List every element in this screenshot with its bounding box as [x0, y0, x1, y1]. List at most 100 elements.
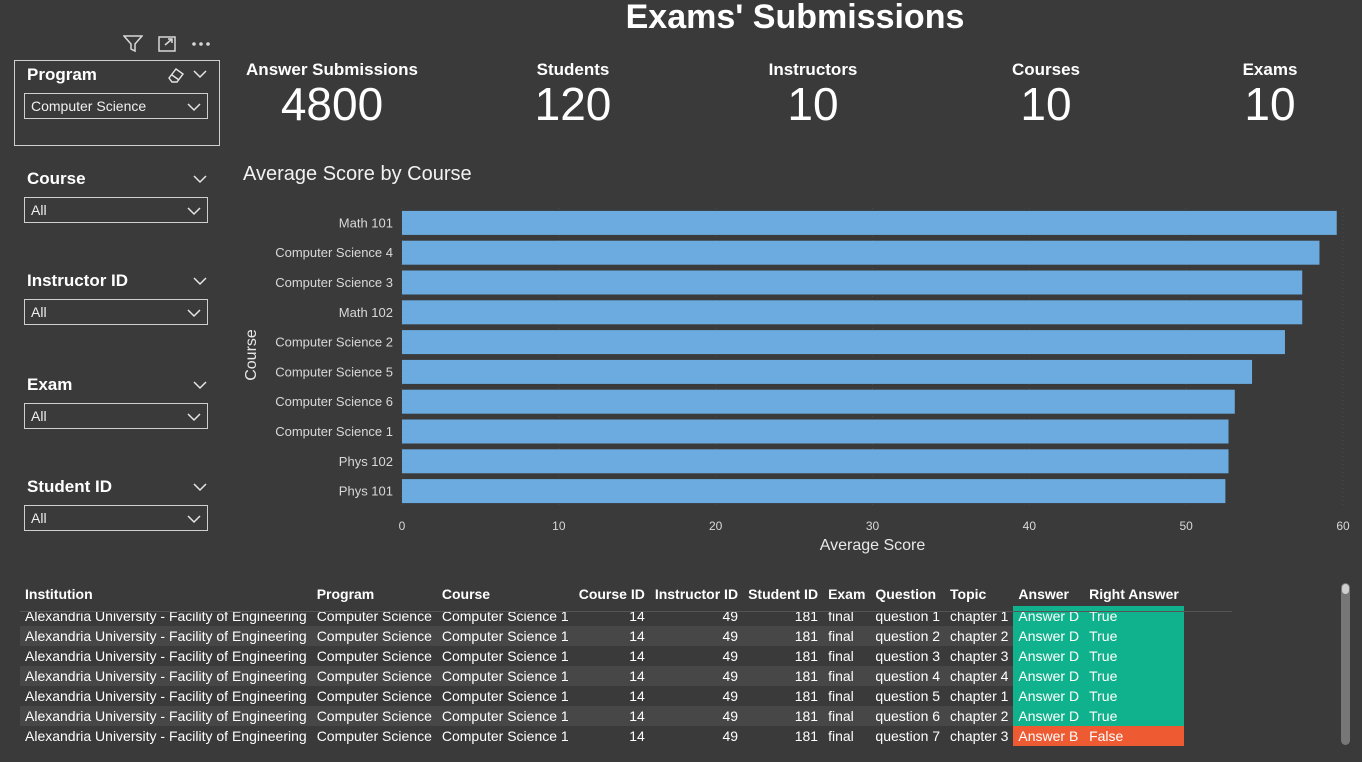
table-cell: Answer D [1013, 686, 1085, 706]
column-header[interactable]: Institution [20, 582, 312, 606]
x-tick-label: 40 [1023, 519, 1037, 533]
table-cell: final [823, 606, 871, 626]
instructor-slicer-chevron-icon[interactable] [193, 273, 207, 291]
column-header[interactable]: Question [870, 582, 945, 606]
kpi-label: Courses [1011, 60, 1081, 79]
table-cell: Answer D [1013, 666, 1085, 686]
x-tick-label: 0 [399, 519, 406, 533]
table-cell: Answer B [1013, 726, 1085, 746]
y-tick-label: Computer Science 5 [275, 364, 393, 379]
focus-mode-icon[interactable] [156, 34, 178, 54]
column-header[interactable]: Topic [945, 582, 1013, 606]
x-axis-label: Average Score [820, 537, 926, 554]
kpi-value: 10 [1020, 78, 1072, 130]
y-tick-label: Phys 101 [339, 484, 393, 499]
table-row[interactable]: Alexandria University - Facility of Engi… [20, 666, 1184, 686]
table-cell: True [1084, 666, 1184, 686]
course-dropdown-value: All [31, 202, 47, 218]
table-cell: Computer Science 1 [436, 686, 574, 706]
exam-dropdown-value: All [31, 408, 47, 424]
column-header[interactable]: Instructor ID [650, 582, 743, 606]
y-tick-label: Computer Science 2 [275, 335, 393, 350]
student-slicer-title: Student ID [27, 477, 112, 496]
table-cell: Alexandria University - Facility of Engi… [20, 686, 312, 706]
y-tick-label: Computer Science 1 [275, 424, 393, 439]
bar [402, 210, 1337, 235]
table-cell: question 3 [870, 646, 946, 666]
course-dropdown[interactable]: All [24, 197, 208, 223]
column-header[interactable]: Student ID [743, 582, 823, 606]
kpi-value: 120 [534, 78, 612, 130]
table-cell: 14 [573, 626, 650, 646]
table-cell: 49 [649, 626, 744, 646]
table-row[interactable]: Alexandria University - Facility of Engi… [20, 606, 1184, 626]
table-cell: final [823, 726, 871, 746]
table-cell: Computer Science 1 [436, 666, 574, 686]
table-cell: Computer Science [311, 706, 437, 726]
table-cell: question 6 [870, 706, 946, 726]
instructor-dropdown[interactable]: All [24, 299, 208, 325]
kpi-label: Students [536, 60, 610, 79]
table-cell: chapter 1 [945, 606, 1014, 626]
table-cell: chapter 3 [945, 726, 1014, 746]
column-header[interactable]: Course ID [574, 582, 650, 606]
table-cell: 49 [649, 686, 744, 706]
table-cell: question 4 [870, 666, 946, 686]
kpi-label: Answer Submissions [246, 60, 418, 79]
chevron-down-icon [187, 95, 201, 124]
column-header[interactable]: Course [437, 582, 574, 606]
y-tick-label: Math 101 [339, 215, 393, 230]
table-cell: Answer D [1013, 606, 1085, 626]
submissions-table: Institution Program Course Course ID Instruc… [20, 582, 1232, 746]
table-cell: Computer Science 1 [436, 706, 574, 726]
table-row[interactable]: Alexandria University - Facility of Engi… [20, 726, 1184, 746]
column-header[interactable]: Program [312, 582, 437, 606]
page-title: Exams' Submissions [625, 0, 965, 36]
table-scrollbar-thumb[interactable] [1342, 584, 1349, 594]
table-cell: 14 [573, 686, 650, 706]
table-row[interactable]: Alexandria University - Facility of Engi… [20, 706, 1184, 726]
exam-slicer-chevron-icon[interactable] [193, 377, 207, 395]
program-slicer-chevron-icon[interactable] [193, 66, 207, 84]
bar [402, 330, 1285, 355]
bar [402, 389, 1235, 414]
eraser-icon[interactable] [166, 66, 186, 89]
kpi-value: 4800 [280, 78, 384, 130]
column-header[interactable]: Exam [823, 582, 870, 606]
student-dropdown[interactable]: All [24, 505, 208, 531]
table-cell: Alexandria University - Facility of Engi… [20, 606, 312, 626]
kpi-label: Instructors [768, 60, 858, 79]
table-cell: False [1084, 726, 1184, 746]
course-slicer-chevron-icon[interactable] [193, 171, 207, 189]
table-cell: True [1084, 626, 1184, 646]
chart-title: Average Score by Course [243, 163, 472, 185]
exam-dropdown[interactable]: All [24, 403, 208, 429]
bar [402, 270, 1303, 295]
filter-icon[interactable] [122, 34, 144, 54]
x-tick-label: 20 [709, 519, 723, 533]
program-dropdown[interactable]: Computer Science [24, 93, 208, 119]
table-cell: chapter 3 [945, 646, 1014, 666]
kpi-value: 10 [1244, 78, 1296, 130]
column-header[interactable]: Right Answer [1084, 582, 1184, 606]
chevron-down-icon [187, 301, 201, 330]
table-cell: Alexandria University - Facility of Engi… [20, 726, 312, 746]
kpi-value: 10 [787, 78, 839, 130]
exam-slicer-title: Exam [27, 375, 73, 394]
table-cell: 14 [573, 646, 650, 666]
x-tick-label: 10 [552, 519, 566, 533]
column-header[interactable]: Answer [1013, 582, 1084, 606]
student-slicer-chevron-icon[interactable] [193, 479, 207, 497]
table-row[interactable]: Alexandria University - Facility of Engi… [20, 626, 1184, 646]
table-row[interactable]: Alexandria University - Facility of Engi… [20, 686, 1184, 706]
table-scrollbar[interactable] [1341, 583, 1350, 745]
table-cell: Answer D [1013, 646, 1085, 666]
table-cell: 49 [649, 706, 744, 726]
average-score-bar-chart: 0 10 20 30 40 50 60 Math 101 Computer Science 4 C… [243, 208, 1350, 554]
table-cell: final [823, 686, 871, 706]
x-tick-label: 60 [1336, 519, 1350, 533]
more-options-icon[interactable] [190, 34, 212, 54]
table-cell: chapter 2 [945, 626, 1014, 646]
y-tick-label: Math 102 [339, 305, 393, 320]
table-row[interactable]: Alexandria University - Facility of Engi… [20, 646, 1184, 666]
